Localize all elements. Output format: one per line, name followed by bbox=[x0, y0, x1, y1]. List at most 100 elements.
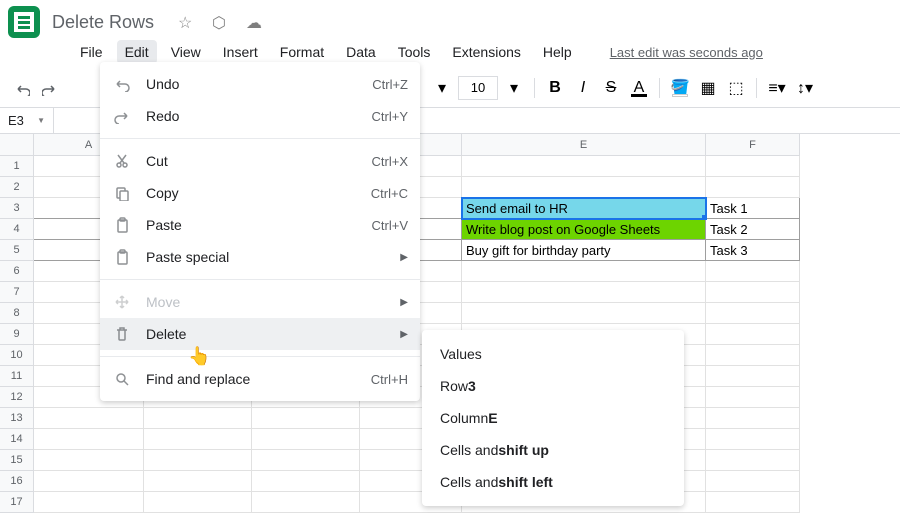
cell[interactable] bbox=[252, 471, 360, 492]
cell[interactable] bbox=[34, 450, 144, 471]
cell[interactable] bbox=[706, 282, 800, 303]
menu-extensions[interactable]: Extensions bbox=[444, 40, 528, 64]
cell[interactable] bbox=[706, 429, 800, 450]
menu-tools[interactable]: Tools bbox=[390, 40, 439, 64]
row-header[interactable]: 16 bbox=[0, 471, 34, 492]
row-header[interactable]: 3 bbox=[0, 198, 34, 219]
cell[interactable] bbox=[706, 177, 800, 198]
cell[interactable] bbox=[462, 282, 706, 303]
cell[interactable] bbox=[144, 429, 252, 450]
valign-button[interactable]: ↕▾ bbox=[793, 76, 817, 100]
row-header[interactable]: 7 bbox=[0, 282, 34, 303]
cell[interactable] bbox=[252, 450, 360, 471]
menu-item-cut[interactable]: CutCtrl+X bbox=[100, 145, 420, 177]
cell[interactable] bbox=[462, 303, 706, 324]
sheets-logo[interactable] bbox=[8, 6, 40, 38]
menu-view[interactable]: View bbox=[163, 40, 209, 64]
row-header[interactable]: 5 bbox=[0, 240, 34, 261]
menu-data[interactable]: Data bbox=[338, 40, 384, 64]
row-header[interactable]: 9 bbox=[0, 324, 34, 345]
chevron-down-icon[interactable]: ▼ bbox=[37, 116, 45, 125]
menu-item-copy[interactable]: CopyCtrl+C bbox=[100, 177, 420, 209]
cell[interactable] bbox=[462, 156, 706, 177]
submenu-item[interactable]: Column E bbox=[422, 402, 684, 434]
star-icon[interactable]: ☆ bbox=[178, 13, 196, 31]
row-header[interactable]: 2 bbox=[0, 177, 34, 198]
name-box[interactable]: E3 ▼ bbox=[0, 108, 54, 133]
row-header[interactable]: 1 bbox=[0, 156, 34, 177]
cell[interactable]: Send email to HR bbox=[462, 198, 706, 219]
cell[interactable] bbox=[144, 450, 252, 471]
row-header[interactable]: 13 bbox=[0, 408, 34, 429]
menu-format[interactable]: Format bbox=[272, 40, 332, 64]
merge-button[interactable]: ⬚ bbox=[724, 76, 748, 100]
row-header[interactable]: 17 bbox=[0, 492, 34, 513]
col-header-F[interactable]: F bbox=[706, 134, 800, 156]
cell[interactable] bbox=[706, 387, 800, 408]
menu-item-paste[interactable]: PasteCtrl+V bbox=[100, 209, 420, 241]
menu-insert[interactable]: Insert bbox=[215, 40, 266, 64]
select-all-corner[interactable] bbox=[0, 134, 34, 156]
cell[interactable]: Write blog post on Google Sheets bbox=[462, 219, 706, 240]
bold-button[interactable]: B bbox=[543, 76, 567, 100]
cell[interactable] bbox=[34, 492, 144, 513]
row-header[interactable]: 4 bbox=[0, 219, 34, 240]
cell[interactable]: Task 3 bbox=[706, 240, 800, 261]
cell[interactable] bbox=[706, 261, 800, 282]
cell[interactable] bbox=[462, 177, 706, 198]
row-header[interactable]: 8 bbox=[0, 303, 34, 324]
cell[interactable] bbox=[706, 303, 800, 324]
menu-item-delete[interactable]: Delete▶ bbox=[100, 318, 420, 350]
cell[interactable] bbox=[462, 261, 706, 282]
cell[interactable]: Task 1 bbox=[706, 198, 800, 219]
doc-title[interactable]: Delete Rows bbox=[52, 12, 154, 33]
menu-item-redo[interactable]: RedoCtrl+Y bbox=[100, 100, 420, 132]
text-color-button[interactable]: A bbox=[627, 76, 651, 100]
submenu-item[interactable]: Cells and shift up bbox=[422, 434, 684, 466]
redo-icon[interactable] bbox=[38, 76, 62, 100]
font-size-input[interactable]: 10 bbox=[458, 76, 498, 100]
row-header[interactable]: 15 bbox=[0, 450, 34, 471]
submenu-item[interactable]: Cells and shift left bbox=[422, 466, 684, 498]
row-header[interactable]: 14 bbox=[0, 429, 34, 450]
cell[interactable] bbox=[34, 408, 144, 429]
italic-button[interactable]: I bbox=[571, 76, 595, 100]
cell[interactable] bbox=[706, 408, 800, 429]
cell[interactable] bbox=[706, 492, 800, 513]
menu-file[interactable]: File bbox=[72, 40, 111, 64]
font-size-arrow-icon[interactable]: ▾ bbox=[502, 76, 526, 100]
cell[interactable] bbox=[144, 492, 252, 513]
cell[interactable] bbox=[144, 408, 252, 429]
submenu-item[interactable]: Values bbox=[422, 338, 684, 370]
cell[interactable] bbox=[252, 492, 360, 513]
cell[interactable] bbox=[144, 471, 252, 492]
strike-button[interactable]: S bbox=[599, 76, 623, 100]
menu-item-undo[interactable]: UndoCtrl+Z bbox=[100, 68, 420, 100]
menu-item-paste-special[interactable]: Paste special▶ bbox=[100, 241, 420, 273]
menu-edit[interactable]: Edit bbox=[117, 40, 157, 64]
row-header[interactable]: 11 bbox=[0, 366, 34, 387]
borders-button[interactable]: ▦ bbox=[696, 76, 720, 100]
cell[interactable] bbox=[706, 156, 800, 177]
cell[interactable]: Task 2 bbox=[706, 219, 800, 240]
undo-icon[interactable] bbox=[10, 76, 34, 100]
fill-color-button[interactable]: 🪣 bbox=[668, 76, 692, 100]
menu-help[interactable]: Help bbox=[535, 40, 580, 64]
submenu-item[interactable]: Row 3 bbox=[422, 370, 684, 402]
cell[interactable] bbox=[706, 450, 800, 471]
cell[interactable] bbox=[34, 429, 144, 450]
cell[interactable] bbox=[34, 471, 144, 492]
menu-item-find-and-replace[interactable]: Find and replaceCtrl+H bbox=[100, 363, 420, 395]
cell[interactable] bbox=[706, 324, 800, 345]
last-edit-link[interactable]: Last edit was seconds ago bbox=[610, 45, 763, 60]
row-header[interactable]: 6 bbox=[0, 261, 34, 282]
cell[interactable] bbox=[252, 429, 360, 450]
font-arrow-icon[interactable]: ▾ bbox=[430, 76, 454, 100]
row-header[interactable]: 12 bbox=[0, 387, 34, 408]
cloud-icon[interactable]: ☁ bbox=[246, 13, 264, 31]
move-folder-icon[interactable]: ⬡ bbox=[212, 13, 230, 31]
cell[interactable]: Buy gift for birthday party bbox=[462, 240, 706, 261]
cell[interactable] bbox=[706, 471, 800, 492]
row-header[interactable]: 10 bbox=[0, 345, 34, 366]
cell[interactable] bbox=[706, 345, 800, 366]
